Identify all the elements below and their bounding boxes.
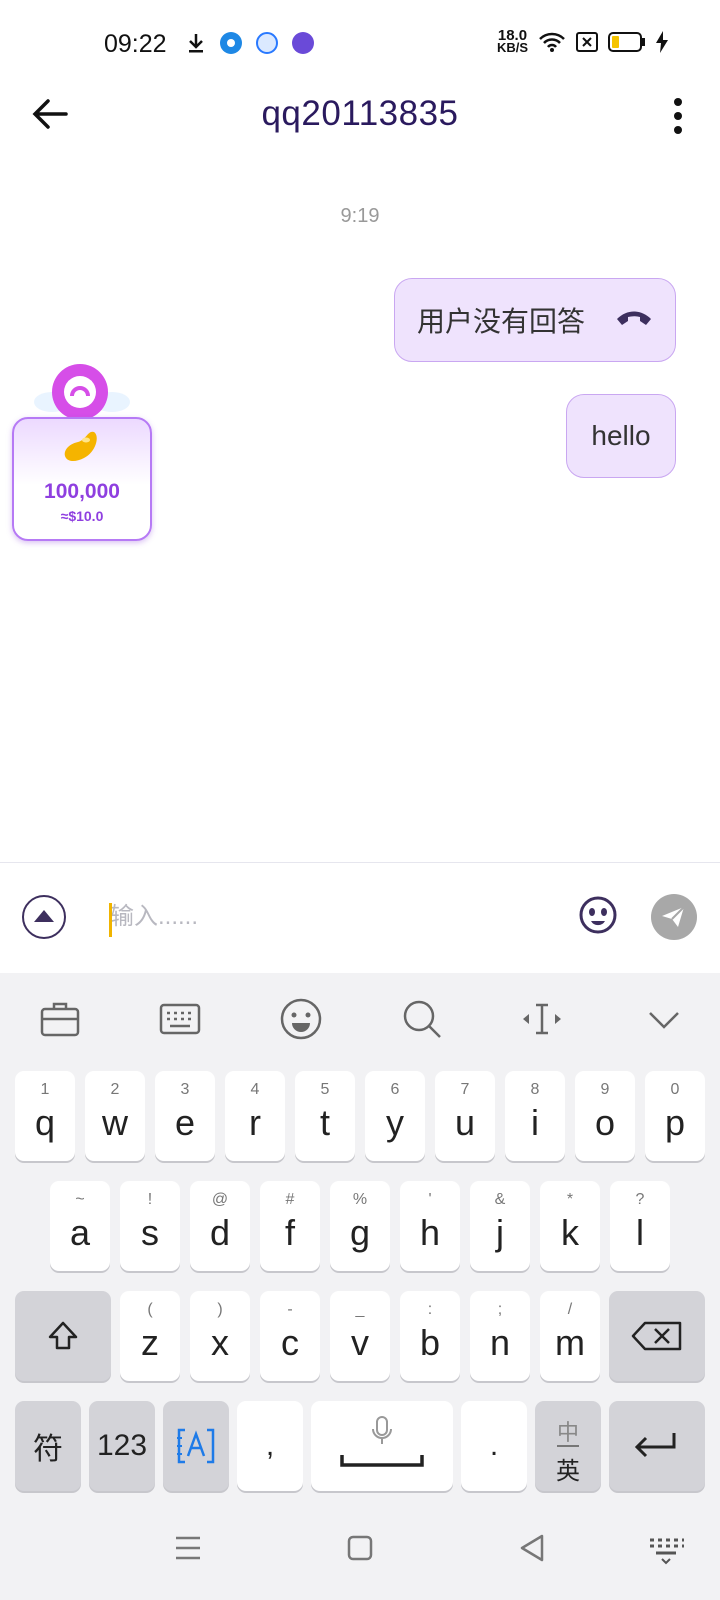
key-p[interactable]: 0p <box>645 1071 705 1161</box>
key-h[interactable]: ' h <box>400 1181 460 1271</box>
key-u[interactable]: 7u <box>435 1071 495 1161</box>
send-button[interactable] <box>651 894 697 940</box>
key-l[interactable]: ? l <box>610 1181 670 1271</box>
gift-amount: 100,000 <box>44 480 120 503</box>
message-input[interactable] <box>110 897 530 937</box>
bean-icon <box>64 431 97 461</box>
key-m[interactable]: / m <box>540 1291 600 1381</box>
wifi-icon <box>539 32 565 52</box>
send-icon <box>662 906 685 927</box>
cursor-move-icon[interactable] <box>520 997 564 1041</box>
expand-button[interactable] <box>22 895 66 939</box>
status-bar: 09:22 18.0 KB/S <box>0 0 720 90</box>
period-key[interactable]: . <box>461 1401 527 1491</box>
backspace-key[interactable] <box>609 1291 705 1381</box>
key-t[interactable]: 5t <box>295 1071 355 1161</box>
menu-icon[interactable] <box>168 1528 208 1568</box>
key-r[interactable]: 4r <box>225 1071 285 1161</box>
chat-title: qq20113835 <box>261 94 459 133</box>
sim-off-icon <box>576 32 598 52</box>
system-nav-bar <box>0 1500 720 1600</box>
gift-widget[interactable]: 100,000 ≈$10.0 <box>12 362 152 541</box>
gift-value: ≈$10.0 <box>60 508 104 524</box>
key-i[interactable]: 8i <box>505 1071 565 1161</box>
triangle-up-icon <box>34 910 54 922</box>
emoji-icon[interactable] <box>279 997 323 1041</box>
text-message-bubble[interactable]: hello <box>566 394 676 478</box>
key-g[interactable]: % g <box>330 1181 390 1271</box>
phone-hangup-icon <box>617 311 651 325</box>
collapse-icon[interactable] <box>642 997 686 1041</box>
chat-header: qq20113835 <box>0 80 720 152</box>
more-options-icon[interactable] <box>668 96 688 136</box>
back-icon[interactable] <box>512 1528 552 1568</box>
key-d[interactable]: @ d <box>190 1181 250 1271</box>
shift-key[interactable] <box>15 1291 111 1381</box>
keyboard-hide-icon[interactable] <box>646 1528 686 1568</box>
key-j[interactable]: & j <box>470 1181 530 1271</box>
message-text: hello <box>591 420 651 451</box>
shift-icon <box>48 1321 78 1350</box>
emoji-icon[interactable] <box>578 895 618 935</box>
key-y[interactable]: 6y <box>365 1071 425 1161</box>
key-s[interactable]: ! s <box>120 1181 180 1271</box>
browser-icon <box>256 32 278 54</box>
microphone-icon <box>372 1416 392 1444</box>
key-z[interactable]: (z <box>120 1291 180 1381</box>
key-b[interactable]: :b <box>400 1291 460 1381</box>
backspace-icon <box>631 1321 682 1351</box>
net-speed: 18.0 KB/S <box>496 27 528 55</box>
download-icon <box>189 34 203 53</box>
home-icon[interactable] <box>340 1528 380 1568</box>
comma-key[interactable]: , <box>237 1401 303 1491</box>
call-status-text: 用户没有回答 <box>417 306 586 337</box>
message-timestamp: 9:19 <box>340 205 380 227</box>
numbers-key[interactable]: 123 <box>89 1401 155 1491</box>
lang-divider <box>557 1445 579 1447</box>
key-q[interactable]: 1q <box>15 1071 75 1161</box>
charging-icon <box>656 31 668 53</box>
space-key[interactable] <box>311 1401 453 1491</box>
symbols-key[interactable]: 符 <box>15 1401 81 1491</box>
enter-key[interactable] <box>609 1401 705 1491</box>
key-k[interactable]: * k <box>540 1181 600 1271</box>
key-w[interactable]: 2w <box>85 1071 145 1161</box>
search-icon[interactable] <box>400 997 444 1041</box>
key-v[interactable]: _ v <box>330 1291 390 1381</box>
key-e[interactable]: 3e <box>155 1071 215 1161</box>
battery-icon <box>608 32 645 52</box>
keyboard-layout-icon[interactable] <box>158 997 202 1041</box>
handwriting-key[interactable] <box>163 1401 229 1491</box>
key-c[interactable]: -c <box>260 1291 320 1381</box>
app-icon <box>292 32 314 54</box>
key-x[interactable]: ) x <box>190 1291 250 1381</box>
keyboard-toolbar <box>0 973 720 1063</box>
language-switch-key[interactable]: 中 英 <box>535 1401 601 1491</box>
enter-icon <box>634 1433 676 1458</box>
app-notification-icon <box>220 32 242 54</box>
space-bar-icon <box>340 1455 424 1467</box>
call-message-bubble[interactable]: 用户没有回答 <box>394 278 676 362</box>
key-o[interactable]: 9o <box>575 1071 635 1161</box>
message-input-bar <box>0 863 720 973</box>
text-input-mode-icon <box>177 1428 215 1464</box>
key-n[interactable]: ; n <box>470 1291 530 1381</box>
briefcase-icon[interactable] <box>38 997 82 1041</box>
key-a[interactable]: ~ a <box>50 1181 110 1271</box>
text-caret <box>109 903 112 937</box>
status-time: 09:22 <box>104 30 167 58</box>
key-f[interactable]: # f <box>260 1181 320 1271</box>
